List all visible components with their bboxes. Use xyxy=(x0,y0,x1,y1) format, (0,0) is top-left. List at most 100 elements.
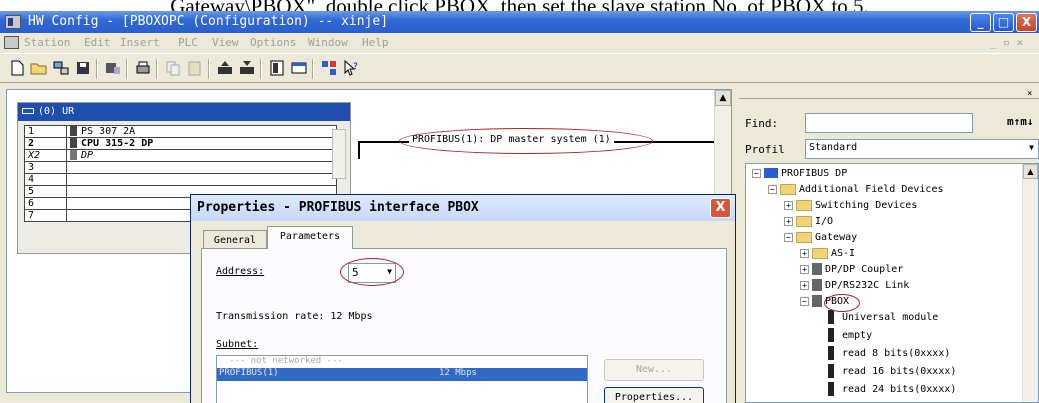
subnet-properties-button[interactable]: Properties... xyxy=(604,387,704,403)
menu-station[interactable]: Station xyxy=(24,36,70,49)
print-icon[interactable] xyxy=(134,59,152,77)
save-compile-icon[interactable] xyxy=(104,59,122,77)
tree-item-module[interactable]: read 8 bits(0xxxx) xyxy=(828,346,950,362)
menu-window[interactable]: Window xyxy=(308,36,348,49)
catalog-tree: − PROFIBUS DP − Additional Field Devices +… xyxy=(745,163,1039,403)
module-icon xyxy=(70,126,77,136)
catalog-icon[interactable] xyxy=(290,59,308,77)
slot-module xyxy=(66,173,337,186)
tree-scrollbar[interactable]: ▲ xyxy=(1022,164,1038,402)
find-buttons-icon[interactable]: m↑m↓ xyxy=(1007,115,1034,128)
tree-item-dp-dp-coupler[interactable]: + DP/DP Coupler xyxy=(800,262,903,278)
rack-icon xyxy=(22,108,34,114)
expand-icon[interactable]: + xyxy=(784,216,793,226)
parameters-panel: Address: 5 ▼ Transmission rate: 12 Mbps S… xyxy=(201,248,727,403)
find-input[interactable] xyxy=(805,113,973,133)
open-folder-icon[interactable] xyxy=(30,59,48,77)
maximize-button[interactable]: □ xyxy=(993,13,1014,32)
catalog-grip[interactable] xyxy=(739,89,1039,99)
scroll-up-button[interactable]: ▲ xyxy=(1023,164,1038,179)
subnet-name: --- not networked --- xyxy=(229,356,343,366)
copy-icon[interactable] xyxy=(164,59,182,77)
hw-config-window: HW Config - [PBOXOPC (Configuration) -- … xyxy=(0,11,1039,403)
download-icon[interactable] xyxy=(52,59,70,77)
tab-general[interactable]: General xyxy=(203,230,267,250)
slot-module xyxy=(66,161,337,174)
upload-station-icon[interactable] xyxy=(216,59,234,77)
mdi-window-controls[interactable]: _ ▫ × xyxy=(990,36,1023,49)
tree-item-label: Additional Field Devices xyxy=(799,184,944,195)
tree-item-module[interactable]: Universal module xyxy=(828,310,938,326)
tree-item-io[interactable]: + I/O xyxy=(784,214,833,230)
tree-item-label: DP/DP Coupler xyxy=(825,264,904,275)
tree-item-module[interactable]: read 24 bits(0xxxx) xyxy=(828,382,956,398)
menu-options[interactable]: Options xyxy=(250,36,296,49)
catalog-close-icon[interactable]: × xyxy=(1027,89,1032,99)
menu-view[interactable]: View xyxy=(212,36,239,49)
collapse-icon[interactable]: − xyxy=(784,232,793,242)
expand-icon[interactable]: + xyxy=(800,280,809,290)
subnet-list: --- not networked --- PROFIBUS(1) 12 Mbps xyxy=(216,355,588,403)
tree-item-label: read 24 bits(0xxxx) xyxy=(842,384,957,395)
rack-scrollbar[interactable] xyxy=(332,129,346,179)
profile-select[interactable]: Standard ▼ xyxy=(805,139,1039,159)
toolbar-separator xyxy=(312,59,314,79)
title-bar: HW Config - [PBOXOPC (Configuration) -- … xyxy=(0,11,1039,33)
expand-icon[interactable]: + xyxy=(800,248,809,258)
expand-icon[interactable]: + xyxy=(800,264,809,274)
toolbar-separator xyxy=(96,59,98,79)
minimize-button[interactable]: _ xyxy=(970,13,991,32)
expand-icon[interactable]: + xyxy=(784,200,793,210)
download-station-icon[interactable] xyxy=(238,59,256,77)
rack-slot-row[interactable]: X2 DP xyxy=(24,149,337,162)
paste-icon[interactable] xyxy=(186,59,204,77)
rack-slot-row[interactable]: 4 xyxy=(24,173,337,186)
scroll-up-button[interactable]: ▲ xyxy=(715,90,731,106)
netpro-icon[interactable] xyxy=(320,59,338,77)
transmission-rate: Transmission rate: 12 Mbps xyxy=(216,311,373,322)
save-icon[interactable] xyxy=(74,59,92,77)
slot-number: 5 xyxy=(24,185,67,198)
new-subnet-button[interactable]: New... xyxy=(604,359,704,381)
folder-icon xyxy=(796,199,812,211)
close-button[interactable]: X xyxy=(1016,13,1037,32)
tree-item-as-i[interactable]: + AS-I xyxy=(800,246,855,262)
menu-help[interactable]: Help xyxy=(362,36,389,49)
collapse-icon[interactable]: − xyxy=(800,296,809,306)
module-icon xyxy=(70,150,77,160)
tree-item-gateway[interactable]: − Gateway xyxy=(784,230,857,246)
rack-slot-row[interactable]: 2 CPU 315-2 DP xyxy=(24,137,337,150)
dialog-title-bar: Properties - PROFIBUS interface PBOX X xyxy=(191,195,735,221)
tree-item-profibus-dp[interactable]: − PROFIBUS DP xyxy=(752,166,847,182)
highlight-ellipse xyxy=(340,258,404,286)
toolbar-separator xyxy=(126,59,128,79)
menu-edit[interactable]: Edit xyxy=(84,36,111,49)
tree-item-module[interactable]: read 16 bits(0xxxx) xyxy=(828,364,956,380)
dp-connector-line xyxy=(358,141,360,159)
slot-number: 7 xyxy=(24,209,67,222)
tree-item-module[interactable]: empty xyxy=(828,328,872,344)
collapse-icon[interactable]: − xyxy=(752,168,761,178)
module-info-icon[interactable] xyxy=(268,59,286,77)
tab-parameters[interactable]: Parameters xyxy=(267,226,353,249)
subnet-item-selected[interactable]: PROFIBUS(1) 12 Mbps xyxy=(217,368,587,381)
slot-module: PS 307 2A xyxy=(81,126,136,137)
menu-plc[interactable]: PLC xyxy=(178,36,198,49)
help-pointer-icon[interactable]: ? xyxy=(342,59,360,77)
tree-item-switching-devices[interactable]: + Switching Devices xyxy=(784,198,917,214)
tree-item-dp-rs232c-link[interactable]: + DP/RS232C Link xyxy=(800,278,909,294)
address-label: Address: xyxy=(216,266,265,277)
dialog-close-button[interactable]: X xyxy=(710,198,731,218)
tree-item-additional-field-devices[interactable]: − Additional Field Devices xyxy=(768,182,944,198)
module-icon xyxy=(828,382,834,396)
collapse-icon[interactable]: − xyxy=(768,184,777,194)
hw-config-app-icon xyxy=(5,15,21,29)
rack-header: (0) UR xyxy=(18,103,350,121)
tree-item-label: read 8 bits(0xxxx) xyxy=(842,348,951,359)
new-file-icon[interactable] xyxy=(8,59,26,77)
tree-item-label: AS-I xyxy=(831,248,856,259)
menu-insert[interactable]: Insert xyxy=(120,36,160,49)
rack-slot-row[interactable]: 3 xyxy=(24,161,337,174)
rack-slot-row[interactable]: 1 PS 307 2A xyxy=(24,125,337,138)
profile-label: Profil xyxy=(745,143,785,156)
